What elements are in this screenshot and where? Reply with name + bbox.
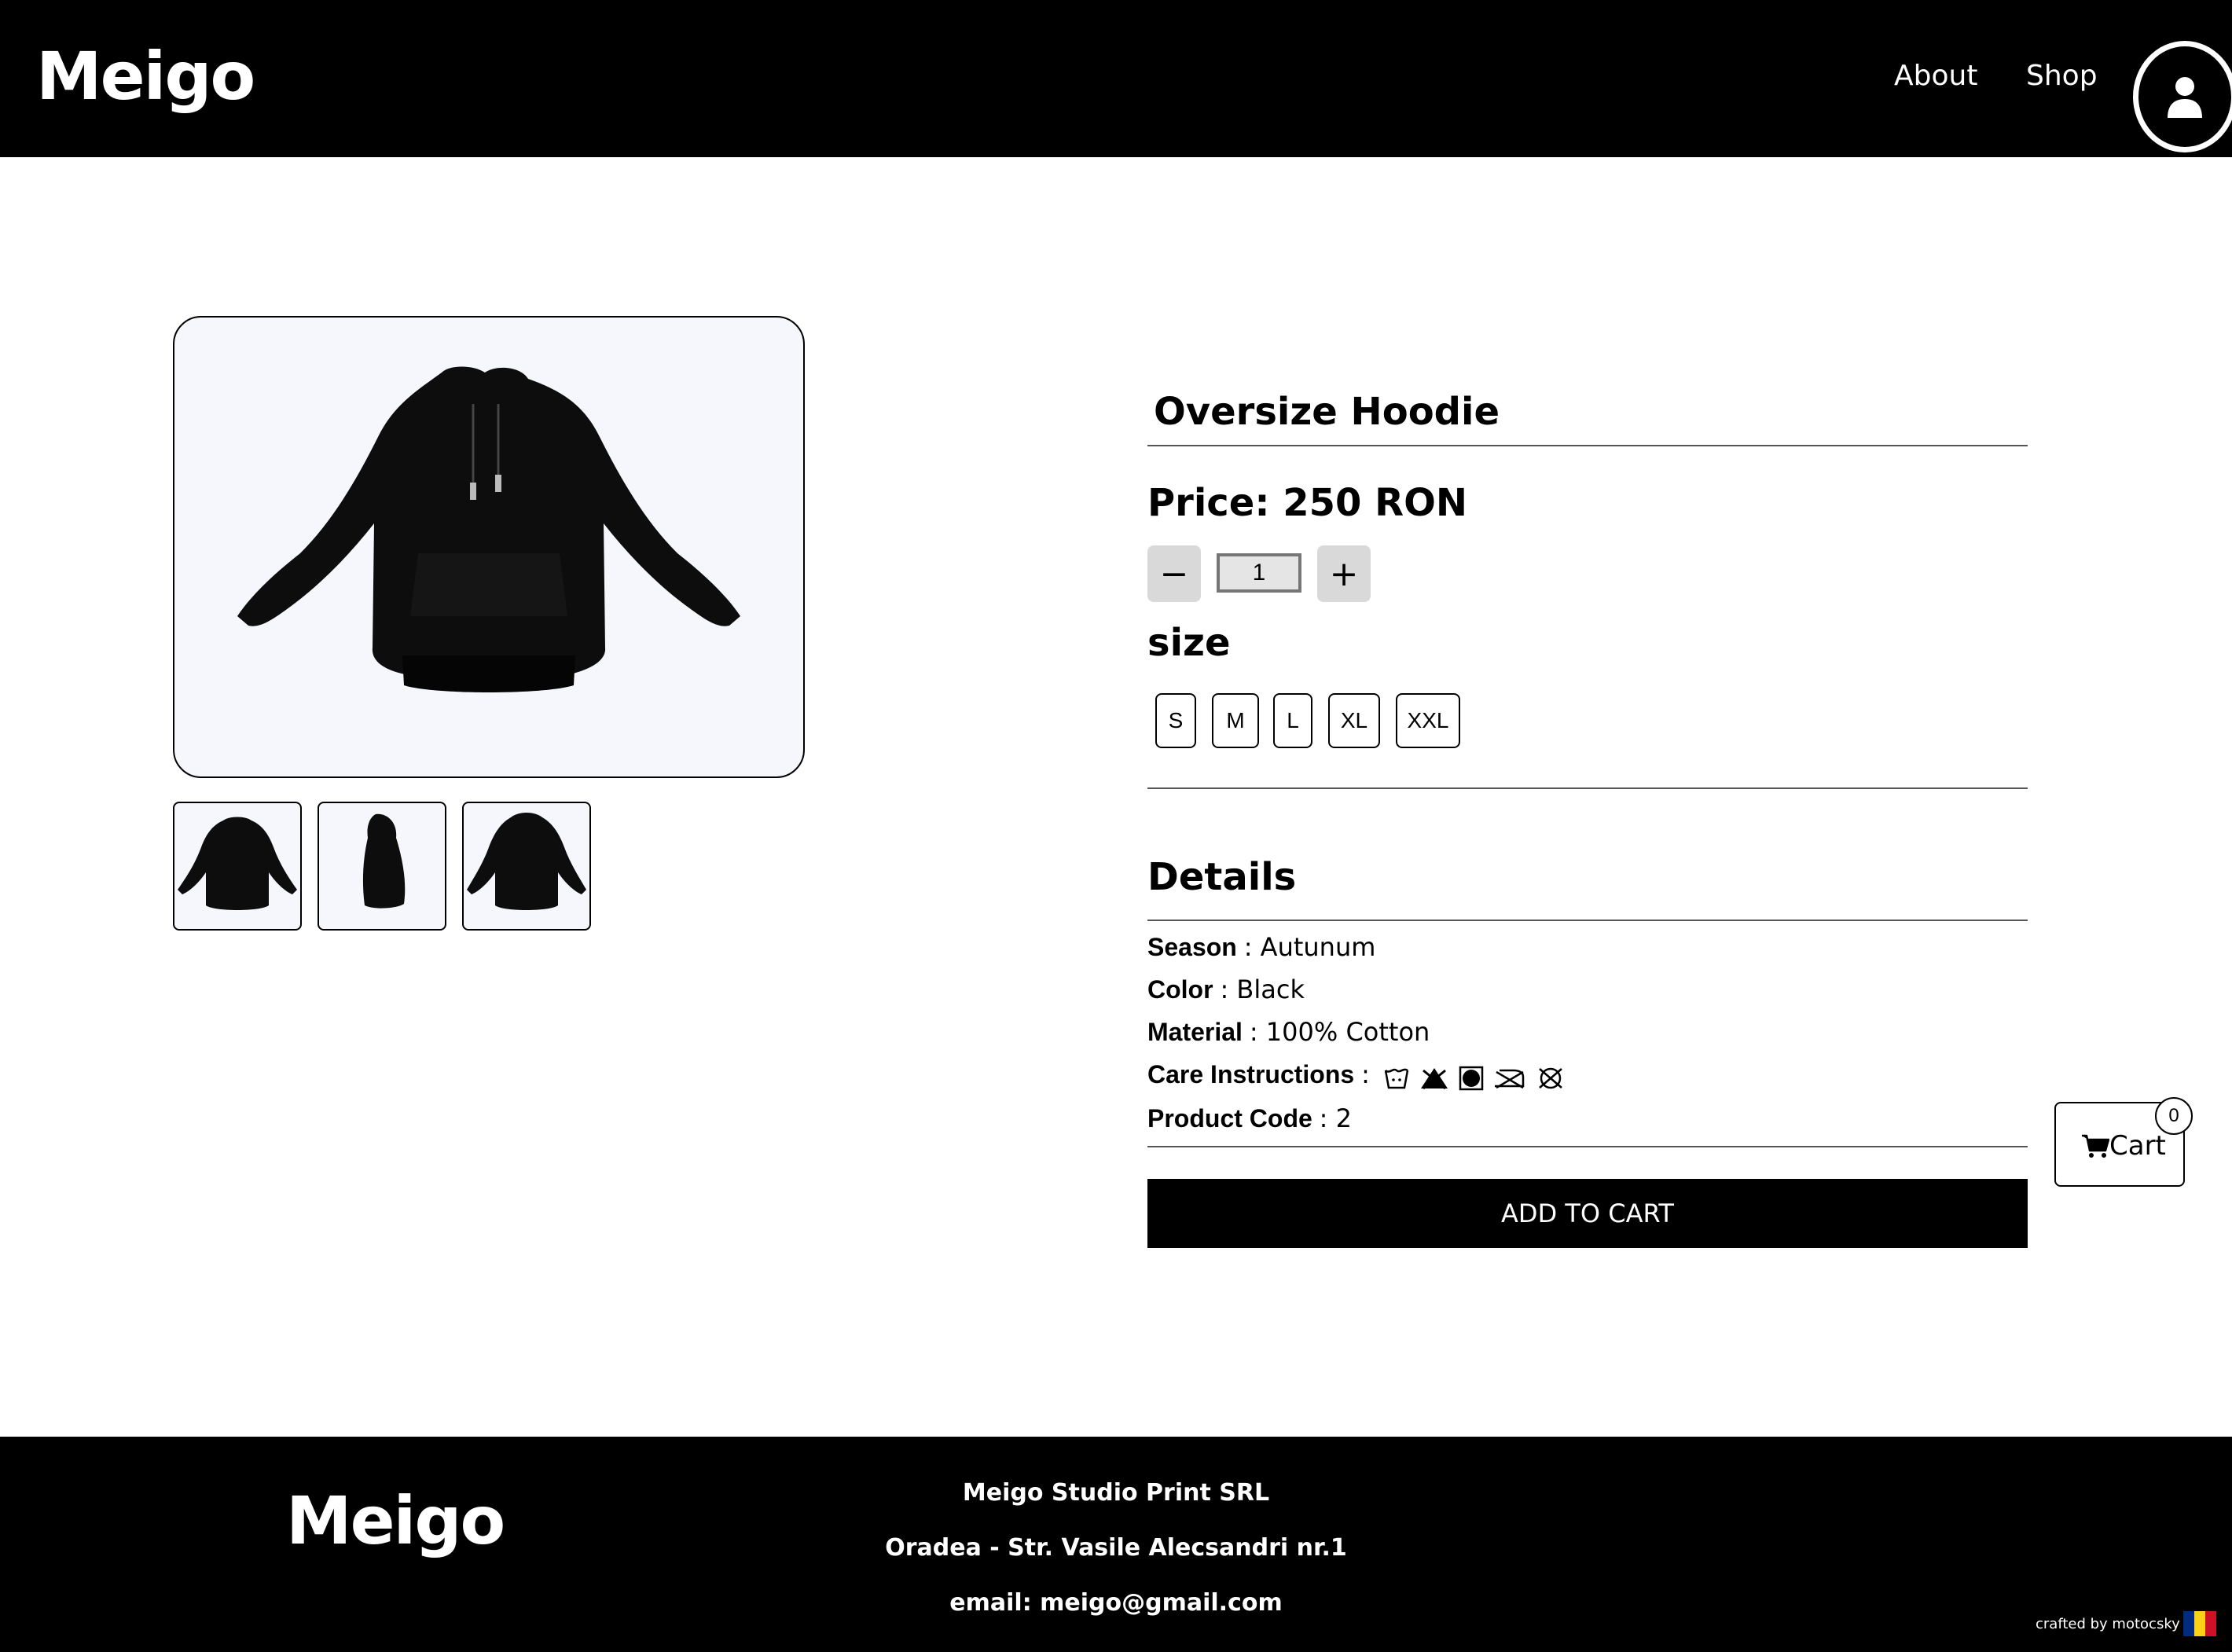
hoodie-front-thumb xyxy=(178,817,297,910)
title-divider xyxy=(1147,445,2028,446)
romania-flag-icon xyxy=(2183,1611,2216,1636)
detail-label: Product Code xyxy=(1147,1104,1312,1133)
detail-value: : Black xyxy=(1220,975,1305,1004)
detail-label: Season xyxy=(1147,933,1237,961)
detail-value: : 2 xyxy=(1319,1103,1352,1133)
size-option-s[interactable]: S xyxy=(1155,693,1196,748)
account-button[interactable] xyxy=(2133,41,2232,154)
flag-stripe xyxy=(2205,1611,2216,1636)
details-title: Details xyxy=(1147,855,1297,899)
detail-value: : xyxy=(1361,1059,1370,1089)
quantity-input[interactable] xyxy=(1217,553,1301,593)
hoodie-front-image xyxy=(237,366,740,692)
footer-address: Oradea - Str. Vasile Alecsandri nr.1 xyxy=(885,1534,1347,1562)
footer-credit[interactable]: crafted by motocsky xyxy=(2036,1616,2180,1632)
nav-about-link[interactable]: About xyxy=(1894,60,1977,92)
nav-shop-link[interactable]: Shop xyxy=(2026,60,2098,92)
main-product-image[interactable] xyxy=(173,316,805,778)
site-header: Meigo About Shop xyxy=(0,0,2232,157)
size-option-l[interactable]: L xyxy=(1273,693,1312,748)
add-to-cart-button[interactable]: ADD TO CART xyxy=(1147,1179,2028,1248)
quantity-decrease-button[interactable]: − xyxy=(1147,545,1201,602)
wash-30-icon xyxy=(1384,1068,1408,1088)
detail-label: Material xyxy=(1147,1018,1243,1046)
flag-stripe xyxy=(2183,1611,2194,1636)
thumbnail-side[interactable] xyxy=(318,802,446,931)
footer-email[interactable]: email: meigo@gmail.com xyxy=(786,1589,1446,1617)
iron-low-icon xyxy=(1495,1069,1525,1088)
footer-company: Meigo Studio Print SRL xyxy=(962,1479,1270,1507)
hoodie-back-thumb xyxy=(467,813,586,910)
detail-value: : Autunum xyxy=(1243,932,1376,962)
plus-icon: + xyxy=(1329,553,1359,594)
detail-color: Color : Black xyxy=(1147,975,1305,1004)
size-option-xl[interactable]: XL xyxy=(1328,693,1380,748)
product-price: Price: 250 RON xyxy=(1147,481,1468,525)
cart-content: Cart xyxy=(2081,1130,2166,1162)
cart-icon xyxy=(2082,1134,2109,1158)
footer-logo[interactable]: Meigo xyxy=(286,1482,505,1559)
detail-care: Care Instructions : xyxy=(1147,1059,1568,1091)
details-divider xyxy=(1147,920,2028,921)
detail-product-code: Product Code : 2 xyxy=(1147,1103,1352,1133)
detail-season: Season : Autunum xyxy=(1147,932,1375,962)
user-circle-icon xyxy=(2168,77,2202,118)
cart-label: Cart xyxy=(2109,1130,2166,1162)
size-option-xxl[interactable]: XXL xyxy=(1396,693,1460,748)
hoodie-side-thumb xyxy=(362,813,406,909)
size-divider xyxy=(1147,787,2028,789)
no-bleach-icon xyxy=(1420,1067,1448,1089)
detail-material: Material : 100% Cotton xyxy=(1147,1017,1430,1047)
tumble-dry-icon xyxy=(1459,1066,1483,1090)
detail-label: Color xyxy=(1147,975,1213,1004)
product-title: Oversize Hoodie xyxy=(1154,390,1500,434)
detail-value: : 100% Cotton xyxy=(1249,1017,1430,1047)
header-logo[interactable]: Meigo xyxy=(36,38,255,115)
care-icons xyxy=(1383,1062,1569,1091)
quantity-increase-button[interactable]: + xyxy=(1317,545,1371,602)
cart-count-badge: 0 xyxy=(2155,1097,2193,1135)
size-option-m[interactable]: M xyxy=(1212,693,1259,748)
size-label: size xyxy=(1147,621,1231,665)
details-bottom-divider xyxy=(1147,1146,2028,1147)
no-dry-clean-icon xyxy=(1539,1067,1563,1088)
thumbnail-front[interactable] xyxy=(173,802,302,931)
detail-label: Care Instructions xyxy=(1147,1060,1355,1088)
thumbnail-back[interactable] xyxy=(462,802,591,931)
minus-icon: − xyxy=(1159,553,1189,594)
flag-stripe xyxy=(2194,1611,2205,1636)
